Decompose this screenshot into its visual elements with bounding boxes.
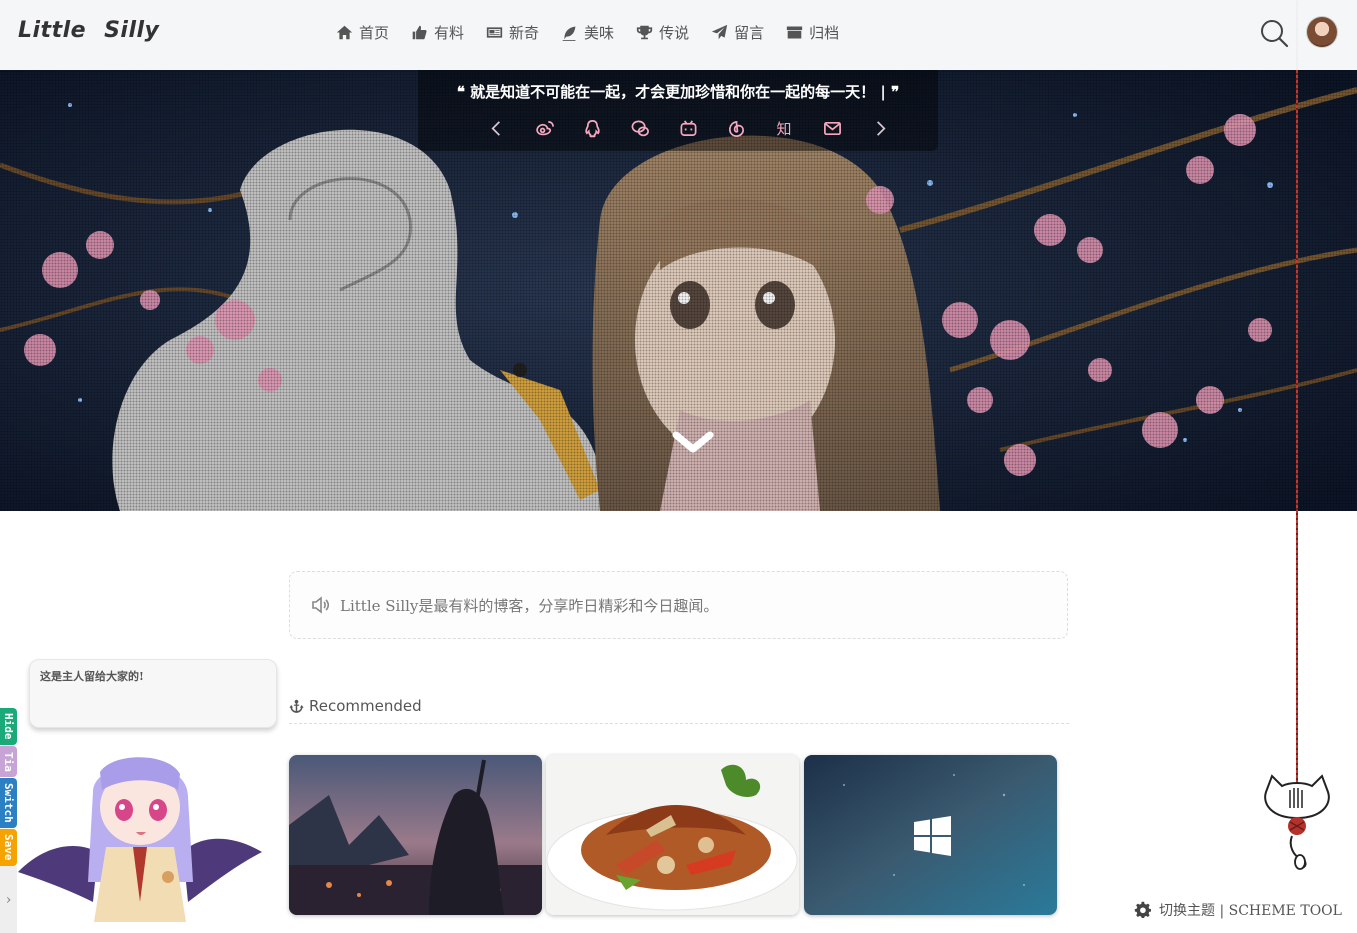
nav-item-liuyan[interactable]: 留言 [711,20,764,44]
chevron-left-icon[interactable] [472,116,520,140]
tab-label: Tia [2,751,15,772]
recommended-card-1[interactable] [289,755,542,915]
weibo-icon[interactable] [520,116,568,140]
anchor-icon [289,699,304,713]
user-avatar[interactable] [1307,17,1337,47]
qq-icon[interactable] [568,116,616,140]
sidebar-toggle[interactable]: › [0,866,17,933]
mascot-tabs: Hide Tia Switch Save [0,708,17,867]
nav-label: 留言 [734,23,765,42]
social-icons: 知 [472,116,904,140]
archive-icon [786,26,803,38]
logo-word-silly: Silly [104,18,160,43]
mascot-tia-tab[interactable]: Tia [0,746,17,777]
chevron-right-icon: › [5,891,12,908]
home-icon [336,25,353,39]
leaf-icon [562,26,576,41]
nav-label: 新奇 [509,23,540,42]
gear-icon [1134,901,1152,919]
card-2-image [546,755,799,915]
zhihu-label: 知 [776,119,792,138]
main-nav: 首页 有料 新奇 美味 传说 留言 归档 [336,20,861,44]
recommended-card-3[interactable] [804,755,1057,915]
card-3-image [804,755,1057,915]
recommended-heading: Recommended [289,697,1069,724]
paper-plane-icon [711,24,728,39]
nav-label: 有料 [434,23,465,42]
recommended-title: Recommended [309,697,422,715]
nav-item-home[interactable]: 首页 [336,20,389,44]
tab-label: Switch [2,783,15,823]
mascot-message-bubble: 这是主人留给大家的! [29,659,277,728]
nav-label: 传说 [659,23,690,42]
quote-text: ❝ 就是知道不可能在一起，才会更加珍惜和你在一起的每一天！ | ❞ [456,83,900,101]
tab-label: Save [2,834,15,861]
chevron-right-icon[interactable] [856,116,904,140]
wechat-icon[interactable] [616,116,664,140]
nav-item-guidang[interactable]: 归档 [786,20,839,44]
quote-box: ❝ 就是知道不可能在一起，才会更加珍惜和你在一起的每一天！ | ❞ 知 [418,70,938,151]
nav-label: 首页 [359,23,390,42]
bilibili-icon[interactable] [664,116,712,140]
email-icon[interactable] [808,116,856,140]
zhihu-icon[interactable]: 知 [760,116,808,140]
search-icon[interactable] [1259,18,1289,48]
mascot-switch-tab[interactable]: Switch [0,778,17,828]
mascot-message: 这是主人留给大家的! [40,670,144,683]
hanging-rope [1296,0,1298,790]
thumbs-up-icon [412,25,427,39]
netease-music-icon[interactable] [712,116,760,140]
recommended-card-2[interactable] [546,755,799,915]
newspaper-icon [486,26,503,38]
hero-banner: ❝ 就是知道不可能在一起，才会更加珍惜和你在一起的每一天！ | ❞ 知 [0,70,1357,511]
scheme-tool-button[interactable]: 切换主题 | SCHEME TOOL [1134,900,1342,920]
logo-word-little: Little [18,18,87,43]
card-1-image [289,755,542,915]
nav-label: 归档 [809,23,840,42]
volume-icon [312,596,330,614]
mascot-character[interactable] [18,752,262,922]
nav-item-youliao[interactable]: 有料 [411,20,464,44]
nav-label: 美味 [584,23,615,42]
nav-item-chuanshuo[interactable]: 传说 [636,20,689,44]
nav-item-xinqi[interactable]: 新奇 [486,20,539,44]
mascot-save-tab[interactable]: Save [0,829,17,866]
site-logo[interactable]: Little Silly [18,18,159,43]
hanging-cat-icon[interactable] [1260,772,1334,872]
site-notice: Little Silly是最有料的博客，分享昨日精彩和今日趣闻。 [289,571,1068,639]
top-navbar: Little Silly 首页 有料 新奇 美味 传说 留言 归档 [0,0,1357,70]
tab-label: Hide [2,713,15,740]
nav-item-meiwei[interactable]: 美味 [561,20,614,44]
mascot-hide-tab[interactable]: Hide [0,708,17,745]
notice-text: Little Silly是最有料的博客，分享昨日精彩和今日趣闻。 [340,596,719,615]
trophy-icon [636,25,653,39]
scroll-down-icon[interactable] [672,431,714,455]
scheme-tool-label: 切换主题 | SCHEME TOOL [1159,903,1342,919]
quote-sentence: 就是知道不可能在一起，才会更加珍惜和你在一起的每一天！ | [470,83,886,101]
